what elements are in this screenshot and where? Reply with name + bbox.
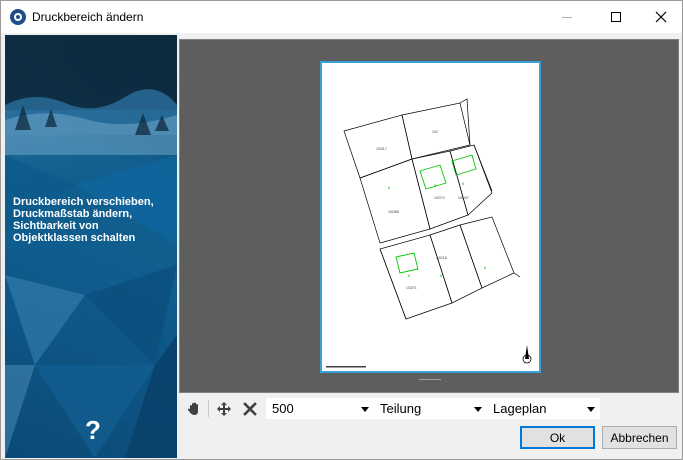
print-sheet[interactable]: 8 8 8 8 8 8 103/17 102 102/68 102/72 102… [320, 61, 541, 373]
svg-text:102/18: 102/18 [436, 256, 447, 260]
svg-text:103/71: 103/71 [406, 286, 417, 290]
title-bar: Druckbereich ändern [1, 1, 682, 33]
info-text: Druckbereich verschieben, Druckmaßstab ä… [13, 196, 175, 244]
chevron-down-icon [587, 407, 595, 412]
north-arrow-icon [522, 345, 532, 364]
scale-value: 500 [272, 401, 294, 416]
app-logo-icon [10, 9, 26, 25]
minimize-button[interactable] [544, 1, 590, 33]
preview-toolbar: 500 Teilung Lageplan [179, 397, 679, 420]
svg-text:8: 8 [408, 273, 411, 278]
delete-x-icon [243, 401, 257, 416]
cadastral-plan-drawing: 8 8 8 8 8 8 103/17 102 102/68 102/72 102… [326, 98, 532, 368]
window-title: Druckbereich ändern [32, 10, 144, 24]
svg-text:102/68: 102/68 [388, 210, 399, 214]
maximize-button[interactable] [593, 1, 639, 33]
dialog-window: Druckbereich ändern Druckbereich verschi… [0, 0, 683, 460]
svg-text:102: 102 [432, 130, 438, 134]
delete-tool-button[interactable] [239, 397, 261, 420]
chevron-down-icon [474, 407, 482, 412]
plan-value: Lageplan [493, 401, 547, 416]
info-line-2: Druckmaßstab ändern, [13, 208, 133, 220]
sheet-caption-line [419, 379, 441, 380]
svg-text:102/47: 102/47 [458, 196, 469, 200]
chevron-down-icon [361, 407, 369, 412]
info-line-4: Objektklassen schalten [13, 232, 136, 244]
info-panel: Druckbereich verschieben, Druckmaßstab ä… [5, 35, 177, 458]
svg-text:8: 8 [484, 265, 487, 270]
split-value: Teilung [380, 401, 422, 416]
ok-button[interactable]: Ok [520, 426, 595, 449]
minimize-icon [562, 16, 572, 18]
print-preview[interactable]: 8 8 8 8 8 8 103/17 102 102/68 102/72 102… [179, 39, 679, 393]
pan-tool-button[interactable] [183, 397, 205, 420]
info-line-3: Sichtbarkeit von [13, 220, 99, 232]
move-arrows-icon [217, 401, 231, 416]
maximize-icon [611, 12, 621, 22]
landscape-background [5, 35, 177, 458]
hand-pan-icon [187, 402, 198, 415]
help-icon[interactable]: ? [81, 414, 105, 446]
svg-text:8: 8 [388, 185, 391, 190]
svg-text:103/17: 103/17 [376, 147, 387, 151]
move-tool-button[interactable] [213, 397, 235, 420]
close-button[interactable] [638, 1, 683, 33]
close-icon [655, 11, 667, 23]
plan-select[interactable]: Lageplan [487, 398, 600, 419]
svg-text:8: 8 [462, 181, 465, 186]
toolbar-separator [208, 400, 209, 417]
svg-text:102/72: 102/72 [434, 196, 445, 200]
info-line-1: Druckbereich verschieben, [13, 196, 154, 208]
split-select[interactable]: Teilung [374, 398, 487, 419]
cancel-button[interactable]: Abbrechen [602, 426, 677, 449]
scale-select[interactable]: 500 [266, 398, 374, 419]
